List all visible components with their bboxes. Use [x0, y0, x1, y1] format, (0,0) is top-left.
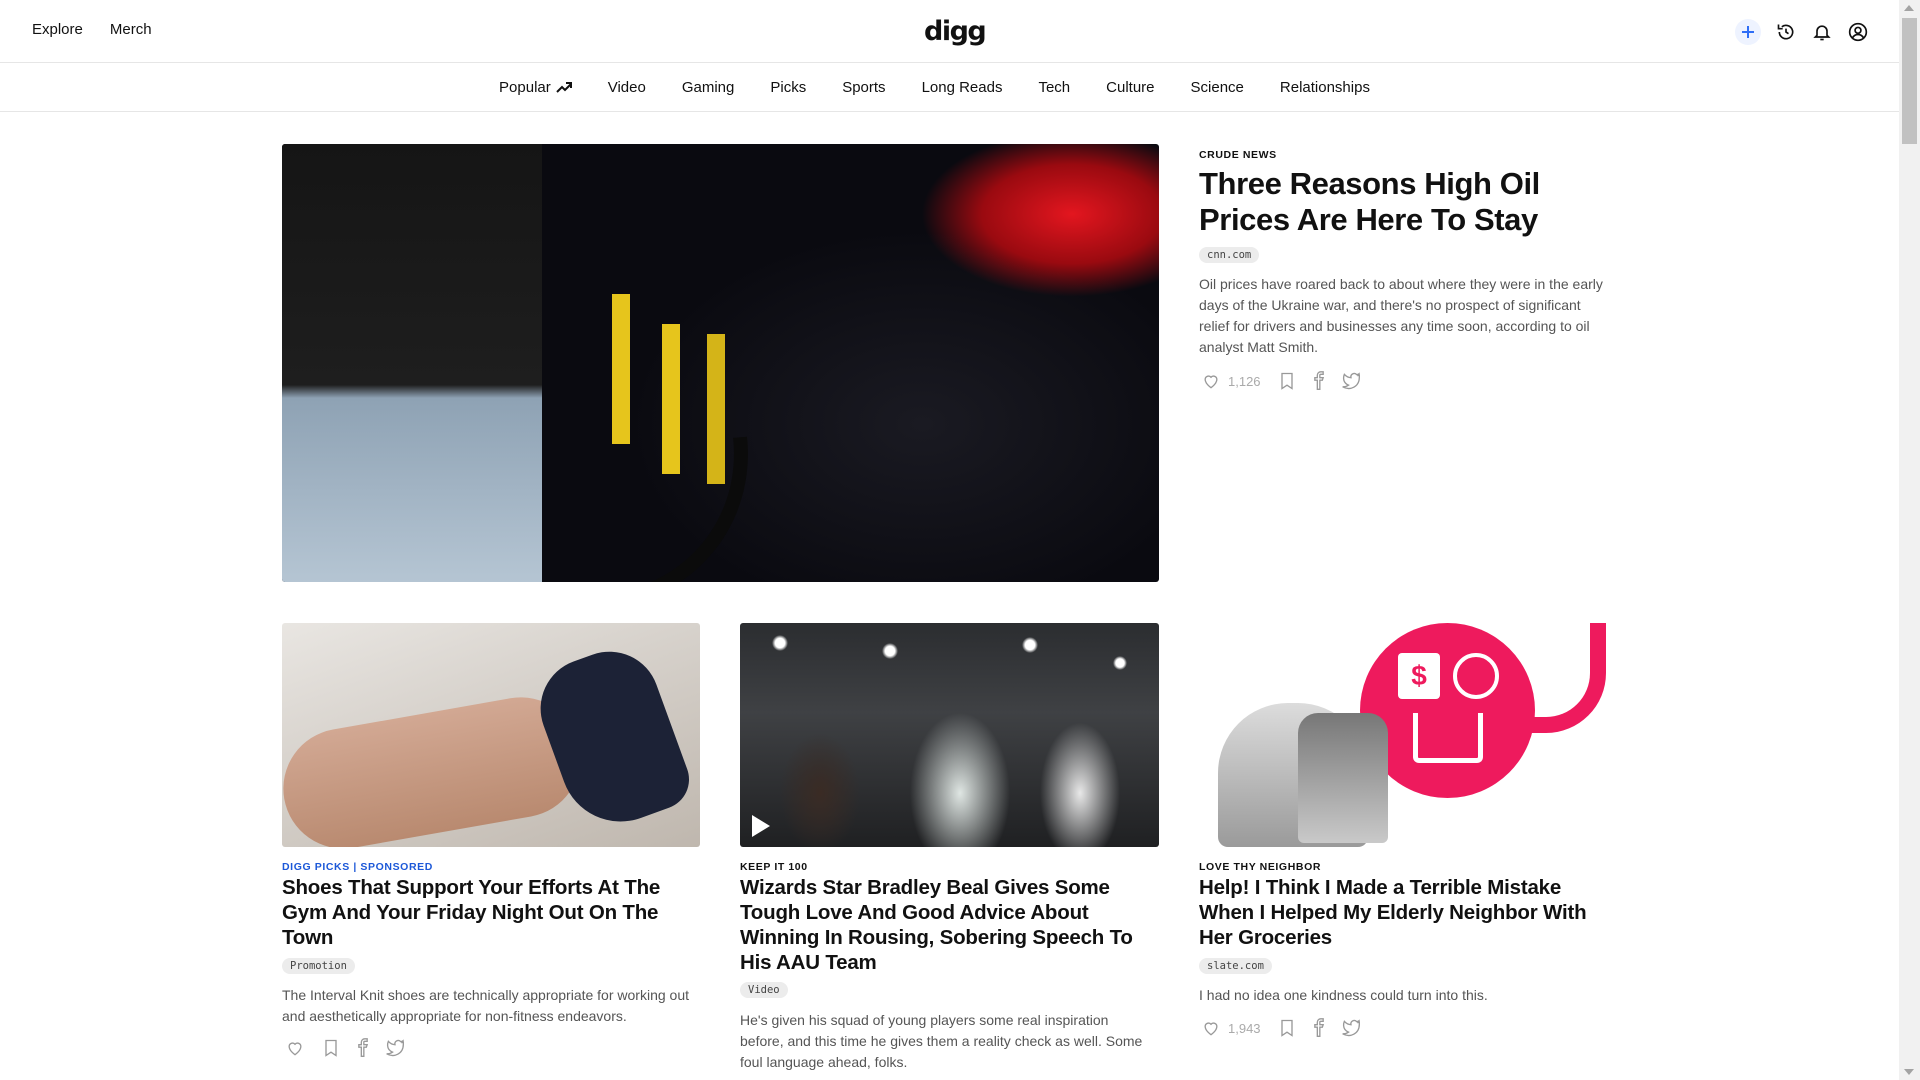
bookmark-icon[interactable]: [321, 1038, 341, 1058]
nav-item-gaming[interactable]: Gaming: [682, 79, 735, 96]
facebook-icon[interactable]: [1309, 1018, 1329, 1038]
card-description: I had no idea one kindness could turn in…: [1199, 987, 1488, 1003]
hero-kicker[interactable]: CRUDE NEWS: [1199, 149, 1277, 161]
nav-item-popular[interactable]: Popular: [499, 79, 572, 96]
card-image-sneaker[interactable]: [282, 623, 700, 847]
card-tag-promotion[interactable]: Promotion: [282, 958, 355, 974]
trending-icon: [556, 82, 572, 93]
nav-item-tech[interactable]: Tech: [1038, 79, 1070, 96]
nav-item-culture[interactable]: Culture: [1106, 79, 1154, 96]
twitter-icon[interactable]: [1341, 371, 1361, 391]
card-tag-video[interactable]: Video: [740, 982, 788, 998]
card-kicker[interactable]: DIGG PICKS | SPONSORED: [282, 861, 433, 873]
card-source-tag[interactable]: slate.com: [1199, 958, 1272, 974]
bell-icon[interactable]: [1811, 21, 1833, 43]
scroll-up-arrow-icon[interactable]: [1904, 5, 1914, 11]
hero-image[interactable]: [282, 144, 1159, 582]
twitter-icon[interactable]: [1341, 1018, 1361, 1038]
card-title[interactable]: Shoes That Support Your Efforts At The G…: [282, 875, 692, 950]
twitter-icon[interactable]: [385, 1038, 405, 1058]
card-kicker[interactable]: KEEP IT 100: [740, 861, 808, 873]
card-image-phone: [1496, 623, 1606, 733]
like-count: 1,943: [1228, 1020, 1261, 1036]
digg-logo[interactable]: digg: [924, 16, 987, 47]
bookmark-icon[interactable]: [1277, 1018, 1297, 1038]
hero-title[interactable]: Three Reasons High Oil Prices Are Here T…: [1199, 166, 1579, 238]
play-icon[interactable]: [752, 815, 770, 837]
card-description: The Interval Knit shoes are technically …: [282, 987, 689, 1024]
facebook-icon[interactable]: [1309, 371, 1329, 391]
card-image-grocery-bag: [1298, 713, 1388, 843]
nav-item-video[interactable]: Video: [608, 79, 646, 96]
card-description: He's given his squad of young players so…: [740, 1012, 1143, 1070]
cart-icon: [1413, 713, 1483, 763]
facebook-icon[interactable]: [353, 1038, 373, 1058]
plus-icon[interactable]: [1735, 19, 1761, 45]
nav-item-sports[interactable]: Sports: [842, 79, 885, 96]
card-kicker[interactable]: LOVE THY NEIGHBOR: [1199, 861, 1321, 873]
heart-icon[interactable]: [285, 1038, 305, 1058]
explore-link[interactable]: Explore: [32, 21, 83, 38]
header-actions: [1735, 19, 1869, 45]
card-title[interactable]: Help! I Think I Made a Terrible Mistake …: [1199, 875, 1609, 950]
history-icon[interactable]: [1775, 21, 1797, 43]
nav-item-relationships[interactable]: Relationships: [1280, 79, 1370, 96]
nav-item-long-reads[interactable]: Long Reads: [922, 79, 1003, 96]
bookmark-icon[interactable]: [1277, 371, 1297, 391]
hero-source-tag[interactable]: cnn.com: [1199, 247, 1260, 263]
card-image-video[interactable]: [740, 623, 1159, 847]
header-left-links: Explore Merch: [32, 21, 152, 38]
top-header: Explore Merch digg: [0, 0, 1899, 63]
card-image-people: [760, 683, 1140, 847]
hero-actions: 1,126: [1201, 371, 1361, 391]
hero-description: Oil prices have roared back to about whe…: [1199, 276, 1603, 355]
user-icon[interactable]: [1847, 21, 1869, 43]
card-actions: [285, 1038, 405, 1058]
heart-icon[interactable]: [1201, 371, 1221, 391]
category-nav: Popular Video Gaming Picks Sports Long R…: [0, 63, 1899, 112]
scroll-down-arrow-icon[interactable]: [1904, 1069, 1914, 1075]
scrollbar-thumb[interactable]: [1902, 18, 1917, 144]
like-count: 1,126: [1228, 373, 1261, 389]
nav-item-science[interactable]: Science: [1191, 79, 1244, 96]
card-actions: 1,943: [1201, 1018, 1361, 1038]
card-title[interactable]: Wizards Star Bradley Beal Gives Some Tou…: [740, 875, 1150, 975]
card-image-neighbor[interactable]: $: [1198, 623, 1609, 847]
scrollbar[interactable]: [1899, 0, 1920, 1080]
dollar-icon: $: [1398, 653, 1440, 699]
pill-icon: [1453, 653, 1499, 699]
heart-icon[interactable]: [1201, 1018, 1221, 1038]
nav-item-label: Popular: [499, 79, 551, 96]
nav-item-picks[interactable]: Picks: [770, 79, 806, 96]
merch-link[interactable]: Merch: [110, 21, 152, 38]
